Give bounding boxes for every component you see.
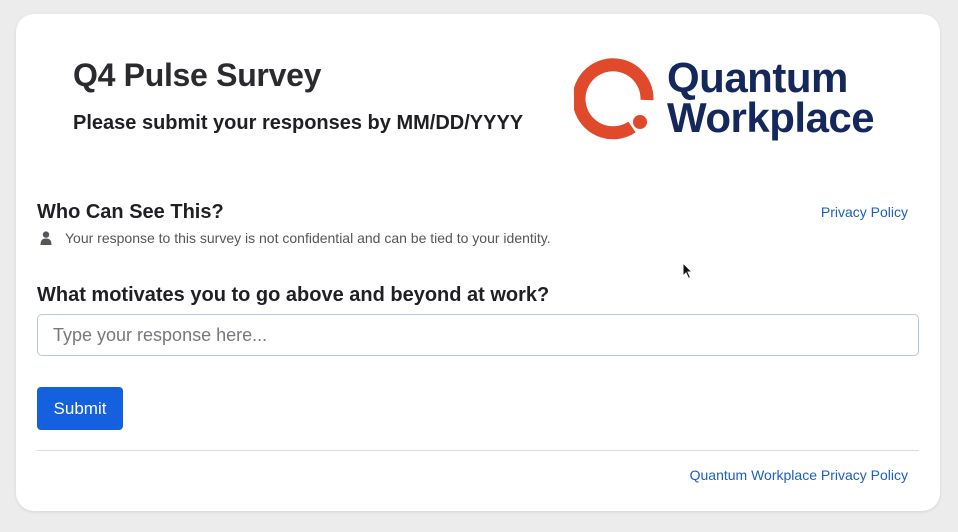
submit-button[interactable]: Submit — [37, 387, 123, 430]
response-input[interactable] — [37, 314, 919, 356]
footer-divider — [37, 450, 919, 451]
logo-line-2: Workplace — [667, 94, 875, 141]
survey-card: Q4 Pulse Survey Please submit your respo… — [16, 14, 940, 511]
confidentiality-notice-text: Your response to this survey is not conf… — [65, 230, 551, 246]
visibility-heading: Who Can See This? — [37, 201, 224, 223]
privacy-policy-link[interactable]: Privacy Policy — [821, 204, 908, 220]
logo-wordmark: Quantum Workplace — [667, 54, 875, 141]
question-label: What motivates you to go above and beyon… — [37, 284, 550, 306]
survey-title: Q4 Pulse Survey — [73, 57, 322, 93]
footer-privacy-link[interactable]: Quantum Workplace Privacy Policy — [690, 467, 908, 483]
quantum-workplace-logo: Quantum Workplace — [574, 56, 894, 146]
person-icon — [40, 231, 52, 245]
logo-line-1: Quantum — [667, 54, 848, 101]
confidentiality-notice: Your response to this survey is not conf… — [40, 230, 551, 246]
quantum-workplace-logo-icon — [574, 58, 654, 140]
submission-deadline: Please submit your responses by MM/DD/YY… — [73, 112, 524, 134]
mouse-cursor-icon — [682, 262, 694, 280]
